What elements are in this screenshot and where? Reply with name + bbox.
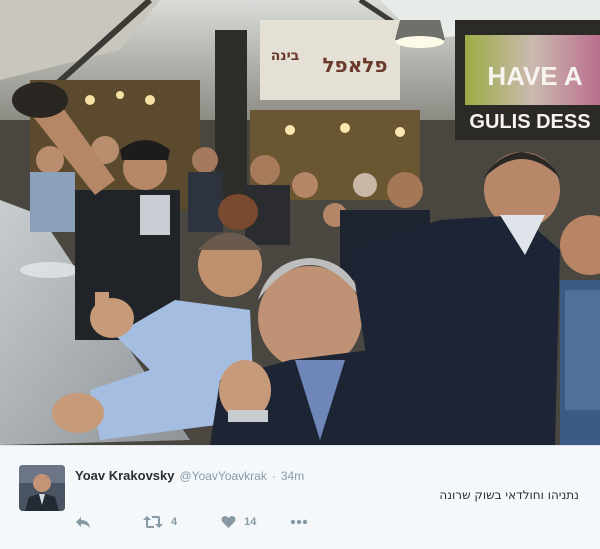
reply-icon (76, 517, 90, 528)
tweet-timestamp[interactable]: 34m (281, 469, 304, 483)
falafel-sign-text: פלאפל (322, 53, 387, 77)
author-handle[interactable]: @YoavYoavkrak (180, 469, 267, 483)
retweet-icon (143, 516, 163, 528)
header-separator: · (271, 469, 276, 483)
heart-icon (221, 515, 236, 528)
reply-button[interactable] (75, 515, 91, 529)
tweet-header: Yoav Krakovsky @YoavYoavkrak · 34m (75, 468, 304, 483)
avatar[interactable] (19, 465, 65, 511)
author-display-name[interactable]: Yoav Krakovsky (75, 468, 175, 483)
tweet-actions: 4 14 (75, 513, 308, 531)
like-button[interactable]: 14 (221, 515, 256, 529)
wine-sign-text: בינה (271, 48, 300, 64)
retweet-button[interactable]: 4 (143, 515, 177, 529)
more-icon (291, 519, 308, 525)
market-scene-image: פלאפל בינה HAVE A GULIS DESS (0, 0, 600, 445)
neon-sign-line2: GULIS DESS (469, 111, 590, 133)
retweet-count: 4 (171, 516, 178, 528)
more-button[interactable] (290, 519, 308, 525)
like-count: 14 (244, 516, 257, 528)
tweet-photo[interactable]: פלאפל בינה HAVE A GULIS DESS (0, 0, 600, 445)
neon-sign-line1: HAVE A (487, 61, 583, 91)
avatar-image (19, 465, 65, 511)
tweet-text: נתניהו וחולדאי בשוק שרונה (439, 488, 579, 502)
tweet-card: Yoav Krakovsky @YoavYoavkrak · 34m נתניה… (0, 445, 600, 549)
